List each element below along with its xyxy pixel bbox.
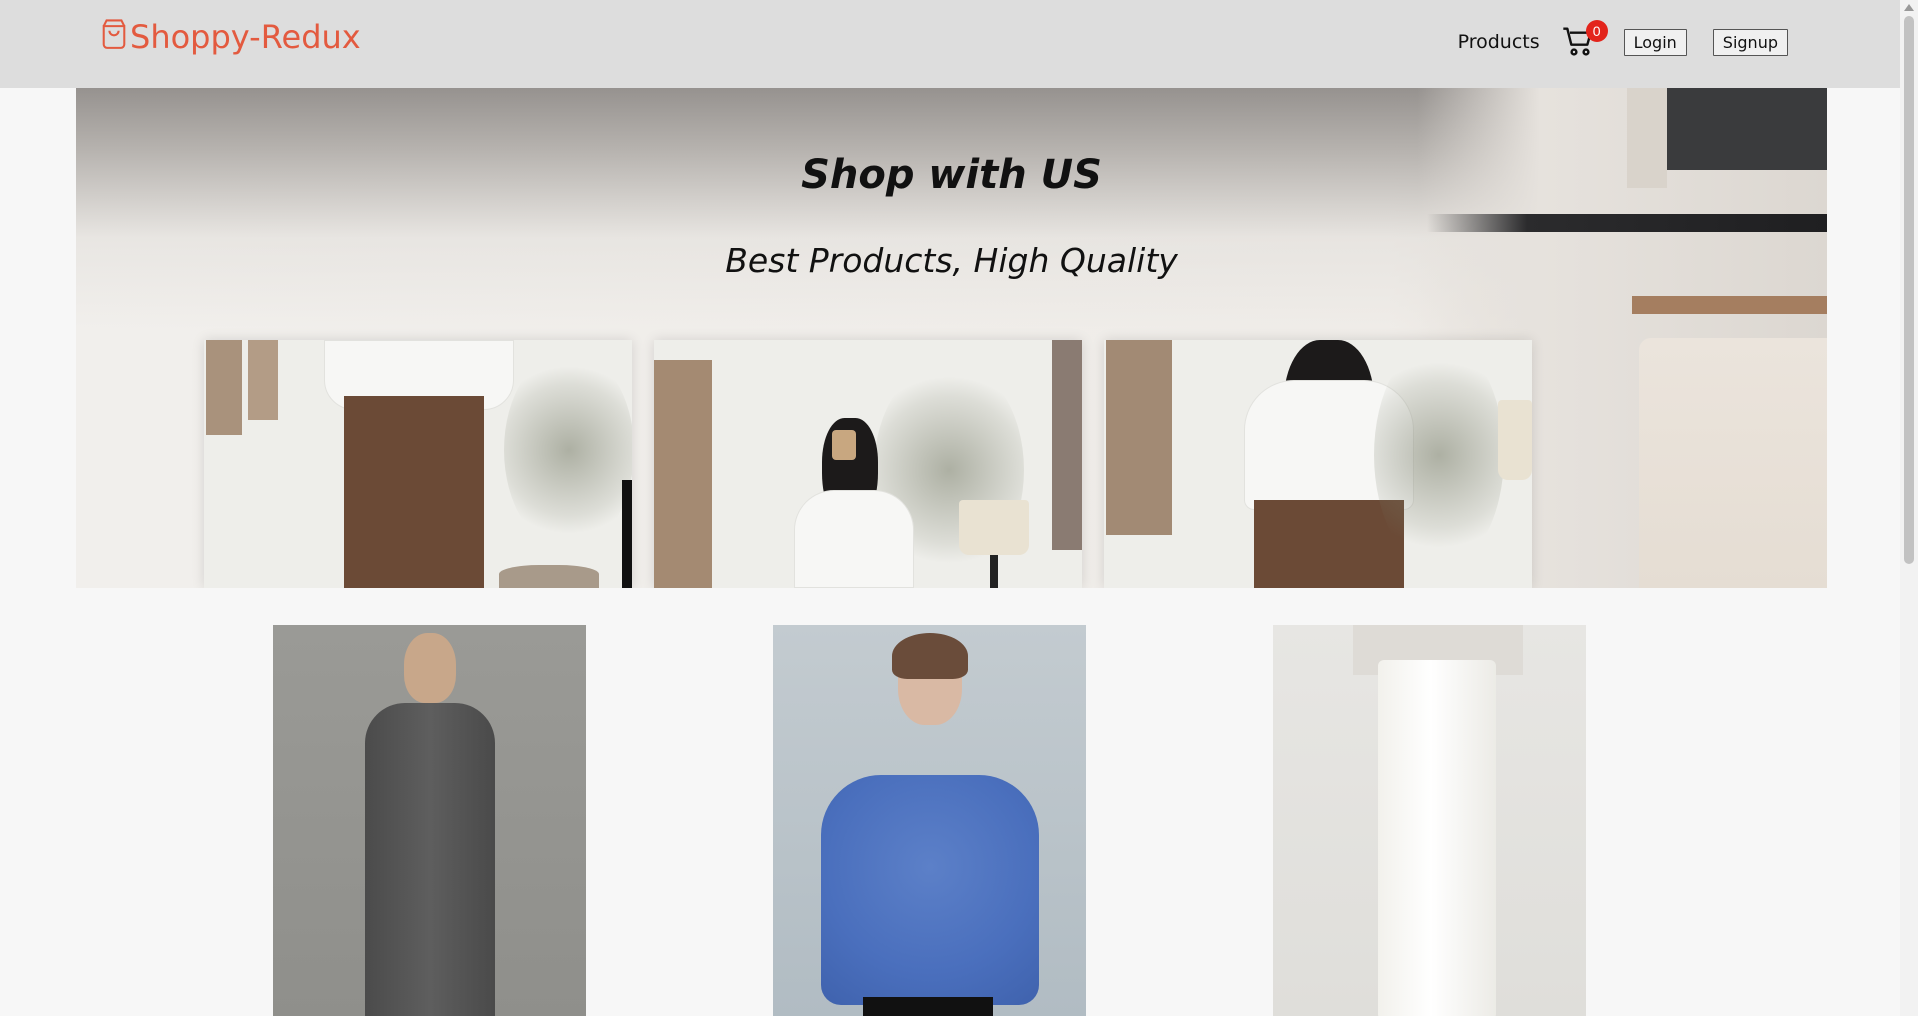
product-card-2[interactable] <box>773 625 1086 1016</box>
signup-button[interactable]: Signup <box>1712 28 1788 56</box>
scroll-up-arrow-icon[interactable] <box>1904 4 1914 11</box>
plant-pot <box>499 565 599 588</box>
product-image-cardigan <box>821 775 1039 1005</box>
model-shirt <box>794 490 914 588</box>
scroll-thumb[interactable] <box>1904 16 1914 564</box>
lamp-shade <box>959 500 1029 555</box>
hero-banner: Shop with US Best Products, High Quality <box>76 88 1827 588</box>
model-skirt <box>863 997 993 1016</box>
top-navbar: Shoppy-Redux Products 0 Login Signup <box>0 0 1900 88</box>
hero-photo-3 <box>1104 340 1532 588</box>
wall-panel <box>1106 340 1172 535</box>
lamp-shade <box>1498 400 1532 480</box>
coffee-cup <box>832 430 856 460</box>
chair <box>622 480 632 588</box>
hero-hanger <box>1632 296 1827 314</box>
nav-actions: Products 0 Login Signup <box>1458 20 1788 60</box>
shopping-bag-icon <box>102 19 126 49</box>
product-card-1[interactable] <box>273 625 586 1016</box>
hero-title: Shop with US <box>801 152 1102 198</box>
product-image-pants <box>1378 660 1496 1016</box>
plant <box>504 350 632 550</box>
plant <box>1374 340 1504 570</box>
hero-hanging-skirt <box>1639 338 1827 588</box>
wall-panel <box>1052 340 1082 550</box>
wall-panel <box>206 340 242 435</box>
product-card-3[interactable] <box>1273 625 1586 1016</box>
wall-panel <box>654 360 712 588</box>
brand-link[interactable]: Shoppy-Redux <box>100 18 361 56</box>
hero-photo-2 <box>654 340 1082 588</box>
product-image-coat <box>365 703 495 1016</box>
brand-name: Shoppy-Redux <box>130 18 361 56</box>
model-head <box>404 633 456 703</box>
wall-panel <box>248 340 278 420</box>
hero-photo-1 <box>204 340 632 588</box>
lamp-stand <box>990 555 998 588</box>
page-scrollbar[interactable] <box>1900 0 1918 1016</box>
model-hair <box>892 633 968 679</box>
cart-count-badge: 0 <box>1585 20 1608 42</box>
products-link[interactable]: Products <box>1458 31 1540 53</box>
cart-button[interactable]: 0 <box>1562 20 1608 60</box>
model-skirt <box>1254 500 1404 588</box>
login-button[interactable]: Login <box>1623 28 1687 56</box>
hero-clothing-rail <box>1427 214 1827 232</box>
hero-subtitle: Best Products, High Quality <box>725 241 1178 280</box>
model-skirt <box>344 396 484 588</box>
